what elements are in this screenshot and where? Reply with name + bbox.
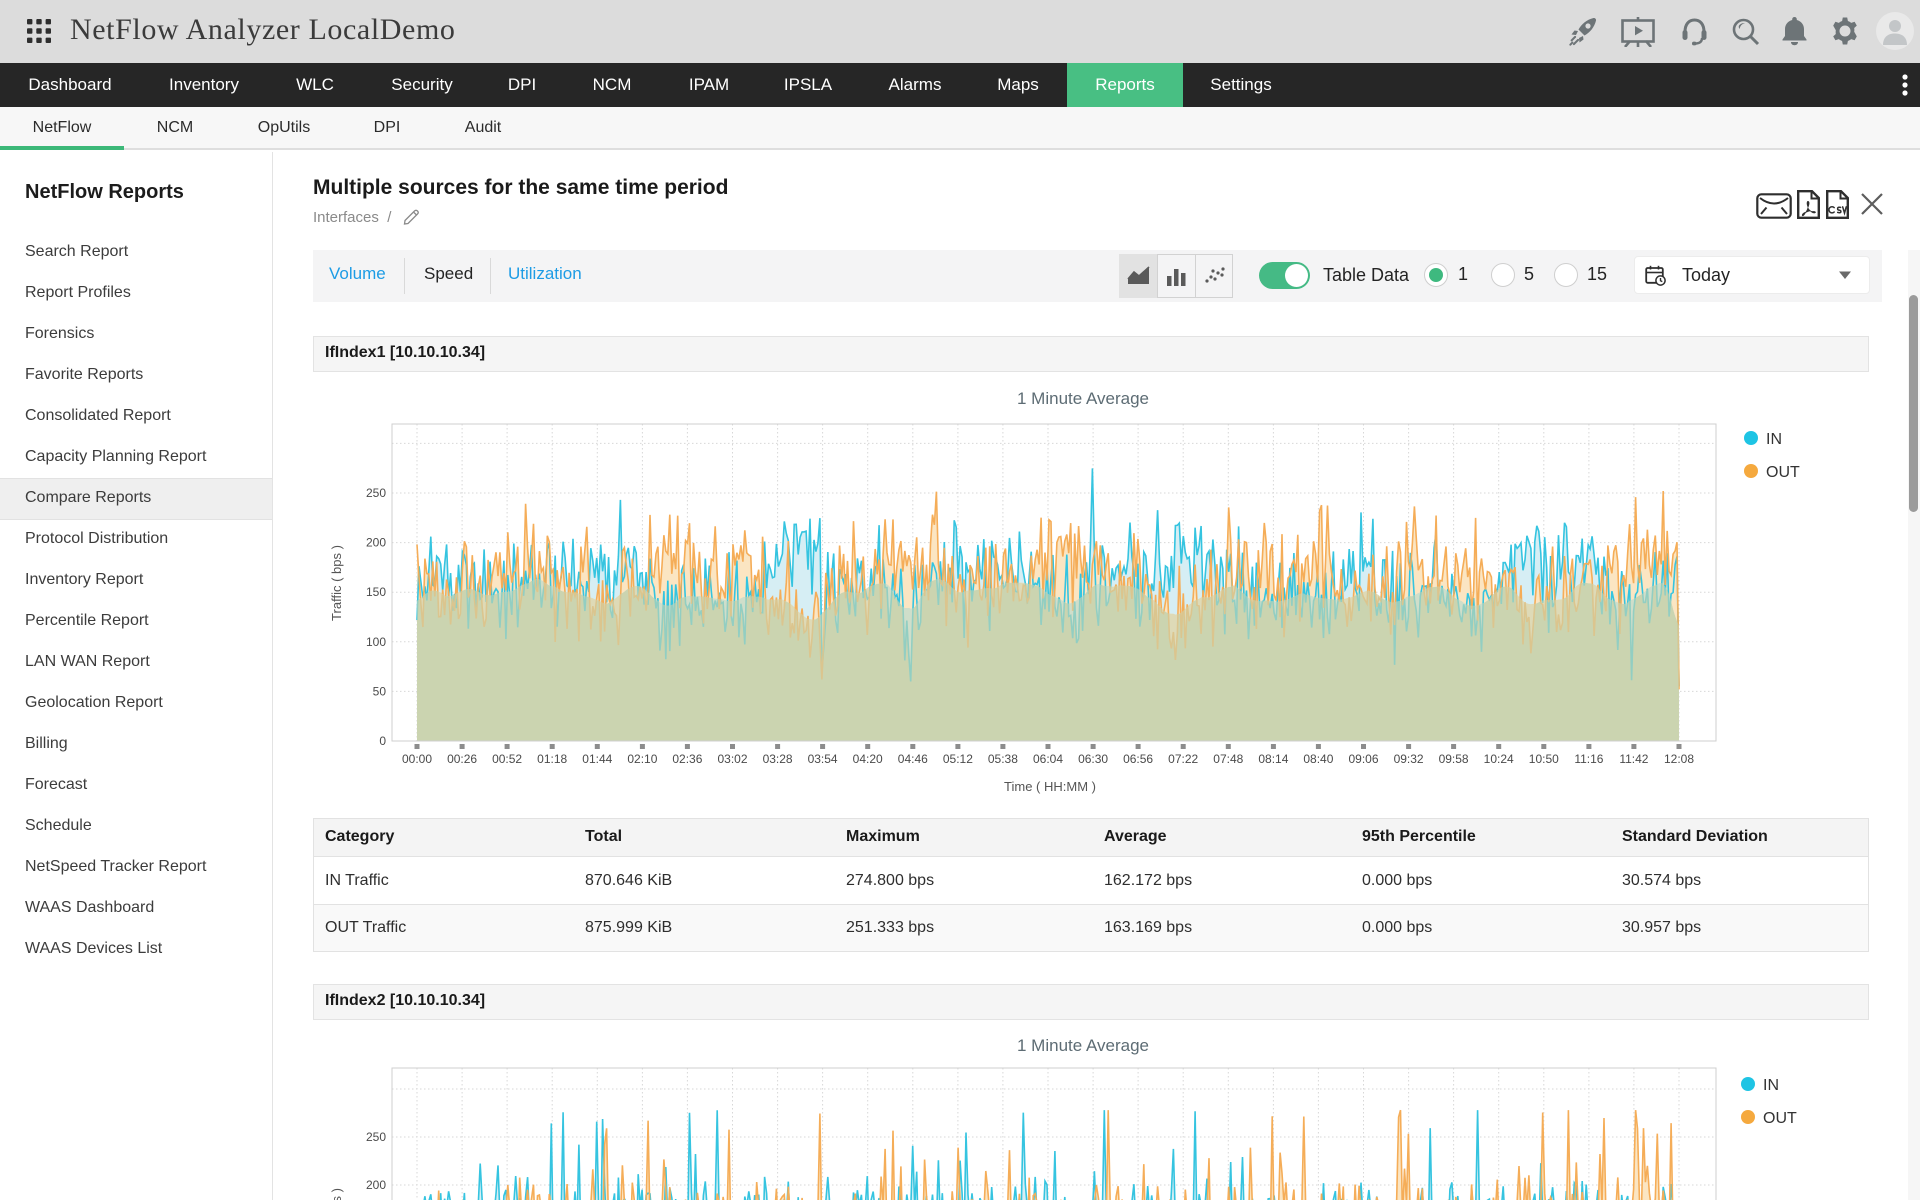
svg-text:12:08: 12:08	[1664, 752, 1694, 766]
svg-text:Time ( HH:MM ): Time ( HH:MM )	[1004, 779, 1096, 794]
svg-text:11:16: 11:16	[1574, 752, 1603, 766]
svg-text:Traffic ( bps ): Traffic ( bps )	[329, 545, 344, 621]
svg-text:1 Minute Average: 1 Minute Average	[1017, 1036, 1149, 1055]
svg-text:01:18: 01:18	[537, 752, 567, 766]
svg-text:03:02: 03:02	[717, 752, 747, 766]
svg-text:0: 0	[379, 734, 386, 748]
svg-text:100: 100	[366, 635, 386, 649]
svg-text:08:14: 08:14	[1258, 752, 1288, 766]
svg-text:150: 150	[366, 585, 386, 599]
svg-text:250: 250	[366, 486, 386, 500]
svg-text:200: 200	[366, 536, 386, 550]
svg-text:10:24: 10:24	[1484, 752, 1514, 766]
svg-text:50: 50	[373, 684, 387, 698]
svg-text:00:26: 00:26	[447, 752, 477, 766]
svg-text:02:10: 02:10	[627, 752, 657, 766]
svg-text:05:38: 05:38	[988, 752, 1018, 766]
svg-text:OUT: OUT	[1766, 464, 1800, 481]
svg-text:04:46: 04:46	[898, 752, 928, 766]
svg-text:250: 250	[366, 1130, 386, 1144]
svg-text:09:32: 09:32	[1394, 752, 1424, 766]
svg-text:11:42: 11:42	[1619, 752, 1648, 766]
svg-text:IN: IN	[1766, 431, 1782, 448]
svg-text:08:40: 08:40	[1303, 752, 1333, 766]
svg-text:06:04: 06:04	[1033, 752, 1063, 766]
svg-text:Traffic ( bps ): Traffic ( bps )	[329, 1188, 344, 1200]
svg-text:03:28: 03:28	[763, 752, 793, 766]
svg-text:10:50: 10:50	[1529, 752, 1559, 766]
svg-text:06:30: 06:30	[1078, 752, 1108, 766]
svg-text:IN: IN	[1763, 1077, 1779, 1094]
svg-text:09:06: 09:06	[1348, 752, 1378, 766]
svg-text:06:56: 06:56	[1123, 752, 1153, 766]
svg-text:01:44: 01:44	[582, 752, 612, 766]
svg-text:OUT: OUT	[1763, 1110, 1797, 1127]
svg-text:03:54: 03:54	[808, 752, 838, 766]
svg-text:200: 200	[366, 1178, 386, 1192]
svg-text:09:58: 09:58	[1439, 752, 1469, 766]
svg-text:07:48: 07:48	[1213, 752, 1243, 766]
svg-text:05:12: 05:12	[943, 752, 973, 766]
svg-text:07:22: 07:22	[1168, 752, 1198, 766]
svg-text:00:00: 00:00	[402, 752, 432, 766]
svg-text:02:36: 02:36	[672, 752, 702, 766]
svg-text:00:52: 00:52	[492, 752, 522, 766]
svg-text:04:20: 04:20	[853, 752, 883, 766]
svg-text:1 Minute Average: 1 Minute Average	[1017, 389, 1149, 408]
